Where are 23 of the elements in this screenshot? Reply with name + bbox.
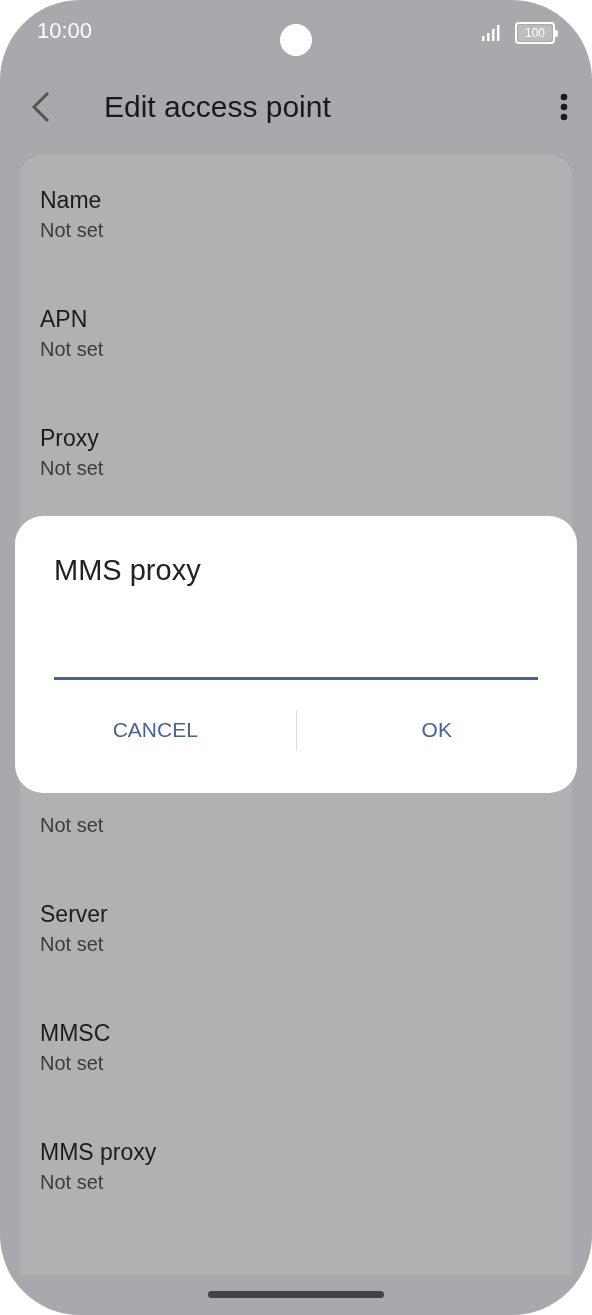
setting-value: Not set — [40, 456, 104, 480]
setting-label[interactable]: Name — [40, 186, 102, 214]
setting-value: Not set — [40, 932, 104, 956]
setting-label[interactable]: MMSC — [40, 1019, 111, 1047]
setting-label[interactable]: Proxy — [40, 424, 99, 452]
camera-hole — [280, 24, 312, 56]
setting-value: Not set — [40, 218, 104, 242]
dialog-title: MMS proxy — [54, 554, 201, 587]
battery-icon: 100 — [514, 22, 558, 44]
setting-value: Not set — [40, 813, 104, 837]
more-options-icon[interactable] — [560, 93, 568, 121]
setting-label[interactable]: Server — [40, 900, 108, 928]
setting-value: Not set — [40, 1051, 104, 1075]
cancel-button[interactable]: CANCEL — [15, 708, 296, 752]
page-title: Edit access point — [104, 90, 332, 124]
signal-icon — [480, 24, 501, 42]
setting-value: Not set — [40, 1170, 104, 1194]
back-icon[interactable] — [30, 91, 52, 123]
setting-value: Not set — [40, 337, 104, 361]
ok-button[interactable]: OK — [296, 708, 577, 752]
setting-label[interactable]: MMS proxy — [40, 1138, 157, 1166]
setting-label[interactable]: APN — [40, 305, 88, 333]
status-time: 10:00 — [37, 18, 93, 44]
